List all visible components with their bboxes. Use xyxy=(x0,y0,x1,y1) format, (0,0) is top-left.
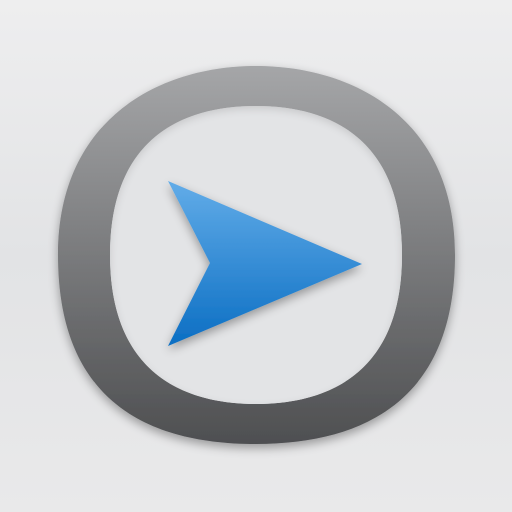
app-icon[interactable] xyxy=(0,0,512,512)
app-icon-graphic xyxy=(0,0,512,512)
